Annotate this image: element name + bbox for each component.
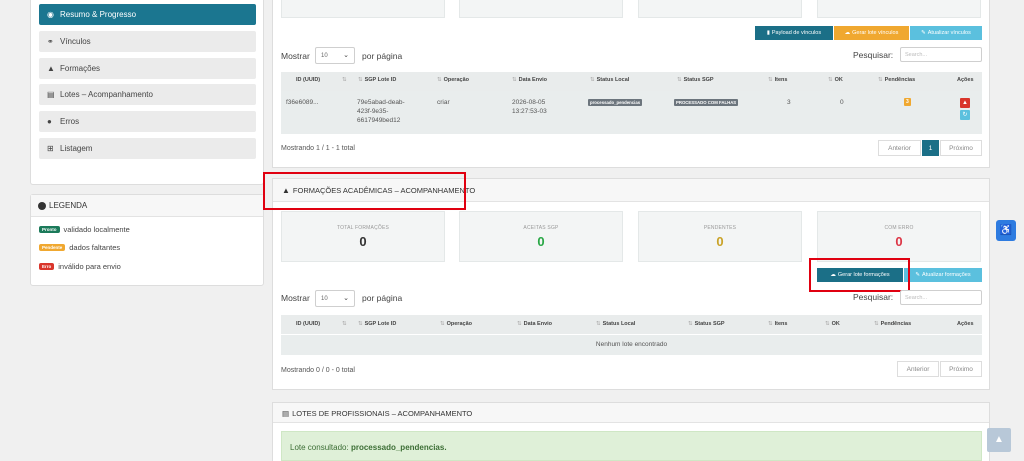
- sidebar-item-resumo[interactable]: ◉ Resumo & Progresso: [39, 4, 256, 25]
- table-footer: Mostrando 0 / 0 - 0 total: [281, 367, 355, 374]
- col-data-envio[interactable]: ⇅ Data Envio: [512, 77, 547, 83]
- per-page-select[interactable]: 10 ⌄: [315, 290, 355, 307]
- per-page-label: por página: [362, 51, 403, 61]
- legend-panel: LEGENDA Pronto validado localmente Penden…: [30, 194, 264, 286]
- col-itens[interactable]: ⇅ Itens: [768, 321, 787, 327]
- profissionais-title: ▤ LOTES DE PROFISSIONAIS – ACOMPANHAMENTO: [282, 409, 473, 418]
- sort-icon: ⇅: [342, 321, 347, 327]
- highlight-box: [809, 258, 910, 292]
- col-sgp-lote[interactable]: ⇅ SGP Lote ID: [358, 321, 396, 327]
- list-icon: ▤: [47, 90, 55, 99]
- atualizar-vinculos-button[interactable]: ✎ Atualizar vínculos: [910, 26, 982, 40]
- cell-itens: 3: [787, 99, 791, 106]
- kpi-card-erro: COM ERRO 0: [817, 211, 981, 262]
- col-pendencias[interactable]: ⇅ Pendências: [874, 321, 911, 327]
- col-acoes: Ações: [957, 321, 974, 327]
- search-input[interactable]: Search...: [900, 290, 982, 305]
- pagination-prev[interactable]: Anterior: [878, 140, 921, 156]
- file-icon: ▮: [766, 30, 770, 36]
- pagination-next[interactable]: Próximo: [940, 140, 982, 156]
- kpi-card-pendentes: PENDENTES 0: [638, 211, 802, 262]
- kpi-card-aceitas: ACEITAS SGP 0: [459, 211, 623, 262]
- kpi-card: 3: [638, 0, 802, 18]
- pendencias-badge: 3: [904, 98, 911, 106]
- payload-vinculos-button[interactable]: ▮ Payload de vínculos: [755, 26, 833, 40]
- lote-alert: Lote consultado: processado_pendencias.: [281, 431, 982, 461]
- legend-row-erro: Erro inválido para envio: [39, 262, 121, 271]
- col-itens[interactable]: ⇅ Itens: [768, 77, 787, 83]
- legend-row-pronto: Pronto validado localmente: [39, 225, 130, 234]
- col-sgp-lote[interactable]: ⇅ SGP Lote ID: [358, 77, 396, 83]
- col-pendencias[interactable]: ⇅ Pendências: [878, 77, 915, 83]
- legend-row-pendente: Pendente dados faltantes: [39, 243, 120, 252]
- sidebar-item-formacoes[interactable]: ▲ Formações: [39, 58, 256, 79]
- chevron-down-icon: ⌄: [343, 295, 349, 302]
- sidebar-item-listagem[interactable]: ⊞ Listagem: [39, 138, 256, 159]
- legend-badge: Pronto: [39, 226, 60, 233]
- pencil-icon: ✎: [915, 272, 920, 278]
- kpi-card-total: TOTAL FORMAÇÕES 0: [281, 211, 445, 262]
- gerar-lote-vinculos-button[interactable]: ☁ Gerar lote vínculos: [834, 26, 909, 40]
- kpi-card: 0: [817, 0, 981, 18]
- sidebar-item-vinculos[interactable]: ⚭ Vínculos: [39, 31, 256, 52]
- pencil-icon: ✎: [921, 30, 926, 36]
- sidebar-panel: ◉ Resumo & Progresso ⚭ Vínculos ▲ Formações…: [30, 0, 264, 185]
- col-status-sgp[interactable]: ⇅ Status SGP: [677, 77, 714, 83]
- table-footer: Mostrando 1 / 1 - 1 total: [281, 145, 355, 152]
- sidebar-item-lotes[interactable]: ▤ Lotes – Acompanhamento: [39, 84, 256, 105]
- alert-icon: ●: [47, 117, 52, 126]
- info-icon: [38, 201, 46, 210]
- legend-header: LEGENDA: [31, 195, 263, 217]
- cell-ok: 0: [840, 99, 844, 106]
- col-operacao[interactable]: ⇅ Operação: [437, 77, 469, 83]
- per-page-select[interactable]: 10 ⌄: [315, 47, 355, 64]
- sidebar-item-erros[interactable]: ● Erros: [39, 111, 256, 132]
- kpi-card: 0: [459, 0, 623, 18]
- link-icon: ⚭: [47, 37, 54, 46]
- search-label: Pesquisar:: [853, 50, 894, 60]
- accessibility-icon[interactable]: ♿: [996, 220, 1016, 241]
- pagination-page[interactable]: 1: [922, 140, 939, 156]
- col-acoes: Ações: [957, 77, 974, 83]
- show-label: Mostrar: [281, 293, 310, 303]
- dashboard-icon: ◉: [47, 10, 54, 19]
- table-icon: ⊞: [47, 144, 54, 153]
- search-label: Pesquisar:: [853, 292, 894, 302]
- kpi-card: 3: [281, 0, 445, 18]
- empty-table-message: Nenhum lote encontrado: [281, 335, 982, 355]
- legend-badge: Erro: [39, 263, 55, 270]
- pagination-next[interactable]: Próximo: [940, 361, 982, 377]
- per-page-label: por página: [362, 293, 403, 303]
- cell-id: f36e6089...: [286, 99, 319, 106]
- col-data-envio[interactable]: ⇅ Data Envio: [517, 321, 552, 327]
- refresh-action-icon[interactable]: ↻: [960, 110, 970, 120]
- cell-sgp-lote-id: 79e5abad-deab-423f-9e35-6617949bed12: [357, 99, 405, 124]
- cloud-icon: ☁: [844, 30, 851, 36]
- col-status-sgp[interactable]: ⇅ Status SGP: [688, 321, 725, 327]
- cell-data-envio: 2026-08-05 13:27:53-03: [512, 99, 547, 115]
- col-ok[interactable]: ⇅ OK: [828, 77, 843, 83]
- alert-action-icon[interactable]: ▲: [960, 98, 970, 108]
- status-local-badge: processado_pendencias: [588, 99, 643, 106]
- list-icon: ▤: [282, 409, 290, 418]
- scroll-top-button[interactable]: ▲: [987, 428, 1011, 452]
- cell-operacao: criar: [437, 99, 450, 106]
- pagination-prev[interactable]: Anterior: [897, 361, 939, 377]
- col-operacao[interactable]: ⇅ Operação: [440, 321, 472, 327]
- graduation-cap-icon: ▲: [47, 64, 55, 73]
- col-status-local[interactable]: ⇅ Status Local: [590, 77, 629, 83]
- sort-icon: ⇅: [342, 77, 347, 83]
- status-sgp-badge: PROCESSADO COM FALHAS: [674, 99, 739, 106]
- show-label: Mostrar: [281, 51, 310, 61]
- search-input[interactable]: Search...: [900, 47, 982, 62]
- chevron-down-icon: ⌄: [343, 52, 349, 59]
- col-id[interactable]: ID (UUID): [296, 321, 320, 327]
- atualizar-formacoes-button[interactable]: ✎ Atualizar formações: [904, 268, 982, 282]
- col-ok[interactable]: ⇅ OK: [825, 321, 840, 327]
- highlight-box: [263, 172, 466, 210]
- legend-badge: Pendente: [39, 244, 66, 251]
- col-status-local[interactable]: ⇅ Status Local: [596, 321, 635, 327]
- col-id[interactable]: ID (UUID): [296, 77, 320, 83]
